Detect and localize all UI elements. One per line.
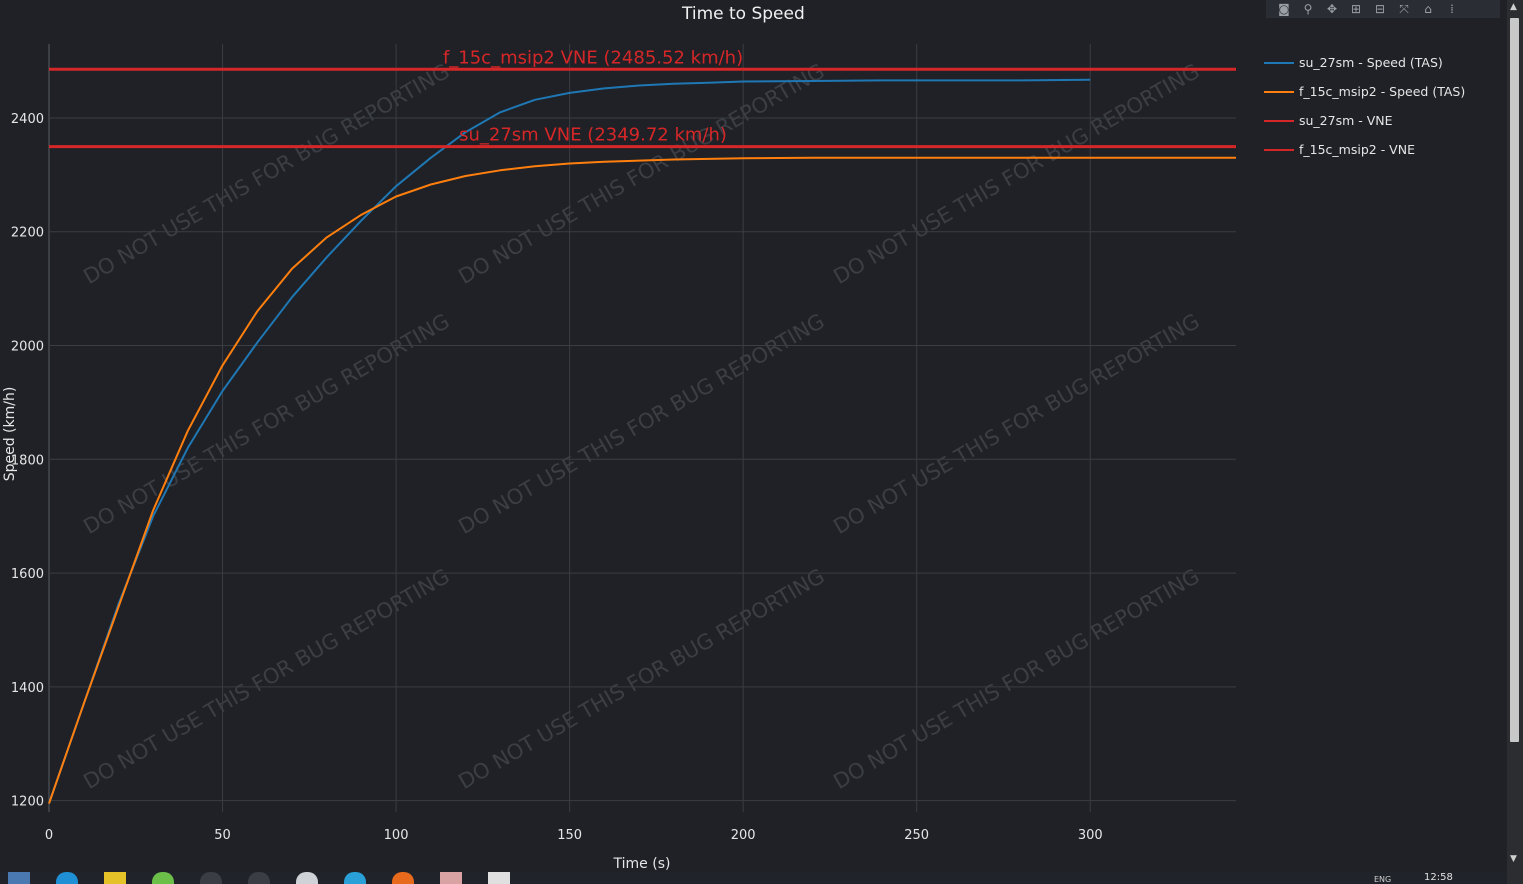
- watermark-text: DO NOT USE THIS FOR BUG REPORTING: [829, 309, 1203, 539]
- watermark-text: DO NOT USE THIS FOR BUG REPORTING: [829, 564, 1203, 794]
- headphones-icon[interactable]: [248, 872, 270, 884]
- watermark-text: DO NOT USE THIS FOR BUG REPORTING: [79, 564, 453, 794]
- x-tick-label: 250: [904, 828, 929, 843]
- x-tick-label: 150: [557, 828, 582, 843]
- legend-swatch: [1264, 90, 1294, 93]
- calculator-icon[interactable]: [8, 872, 30, 884]
- y-tick-label: 1200: [11, 795, 44, 810]
- vne-annotation: su_27sm VNE (2349.72 km/h): [459, 125, 727, 146]
- watermark-text: DO NOT USE THIS FOR BUG REPORTING: [454, 309, 828, 539]
- y-tick-label: 1600: [11, 567, 44, 582]
- y-axis-label: Speed (km/h): [2, 387, 18, 482]
- x-tick-label: 0: [45, 828, 53, 843]
- chart-legend: su_27sm - Speed (TAS) f_15c_msip2 - Spee…: [1264, 48, 1465, 164]
- y-tick-label: 2200: [11, 226, 44, 241]
- legend-swatch: [1264, 119, 1294, 122]
- watermark-text: DO NOT USE THIS FOR BUG REPORTING: [454, 59, 828, 289]
- window-icon[interactable]: [488, 872, 510, 884]
- smiley-icon[interactable]: [152, 872, 174, 884]
- watermark-layer: DO NOT USE THIS FOR BUG REPORTING DO NOT …: [79, 59, 1203, 794]
- x-tick-label: 100: [384, 828, 409, 843]
- legend-item[interactable]: f_15c_msip2 - Speed (TAS): [1264, 77, 1465, 106]
- steam-icon[interactable]: [296, 872, 318, 884]
- legend-item[interactable]: f_15c_msip2 - VNE: [1264, 135, 1465, 164]
- watermark-text: DO NOT USE THIS FOR BUG REPORTING: [79, 309, 453, 539]
- scroll-up-icon[interactable]: ▲: [1510, 2, 1517, 12]
- legend-swatch: [1264, 148, 1294, 151]
- x-tick-label: 50: [214, 828, 231, 843]
- language-indicator[interactable]: ENG: [1374, 875, 1391, 884]
- x-axis-ticks: 0 50 100 150 200 250 300: [45, 828, 1103, 843]
- watermark-text: DO NOT USE THIS FOR BUG REPORTING: [829, 59, 1203, 289]
- tool-icon[interactable]: [440, 872, 462, 884]
- legend-item[interactable]: su_27sm - Speed (TAS): [1264, 48, 1465, 77]
- app-icon[interactable]: [104, 872, 126, 884]
- vne-annotation: f_15c_msip2 VNE (2485.52 km/h): [443, 47, 743, 68]
- clock[interactable]: 12:58: [1424, 872, 1453, 883]
- scroll-thumb[interactable]: [1510, 18, 1519, 742]
- watermark-text: DO NOT USE THIS FOR BUG REPORTING: [454, 564, 828, 794]
- watermark-text: DO NOT USE THIS FOR BUG REPORTING: [79, 59, 453, 289]
- x-tick-label: 200: [731, 828, 756, 843]
- scroll-down-icon[interactable]: ▼: [1510, 854, 1517, 864]
- y-tick-label: 1400: [11, 681, 44, 696]
- m-icon[interactable]: [200, 872, 222, 884]
- vertical-scrollbar[interactable]: ▲ ▼: [1507, 0, 1523, 884]
- origin-icon[interactable]: [392, 872, 414, 884]
- y-tick-label: 2400: [11, 112, 44, 127]
- legend-label: su_27sm - VNE: [1299, 113, 1393, 128]
- x-tick-label: 300: [1078, 828, 1103, 843]
- legend-label: su_27sm - Speed (TAS): [1299, 55, 1443, 70]
- legend-label: f_15c_msip2 - Speed (TAS): [1299, 84, 1466, 99]
- edge-icon[interactable]: [56, 872, 78, 884]
- legend-label: f_15c_msip2 - VNE: [1299, 142, 1415, 157]
- x-axis-label: Time (s): [613, 856, 671, 872]
- legend-item[interactable]: su_27sm - VNE: [1264, 106, 1465, 135]
- telegram-icon[interactable]: [344, 872, 366, 884]
- y-tick-label: 2000: [11, 340, 44, 355]
- legend-swatch: [1264, 61, 1294, 64]
- annotation-layer: f_15c_msip2 VNE (2485.52 km/h) su_27sm VN…: [443, 47, 743, 145]
- taskbar: ENG 12:58: [0, 872, 1507, 884]
